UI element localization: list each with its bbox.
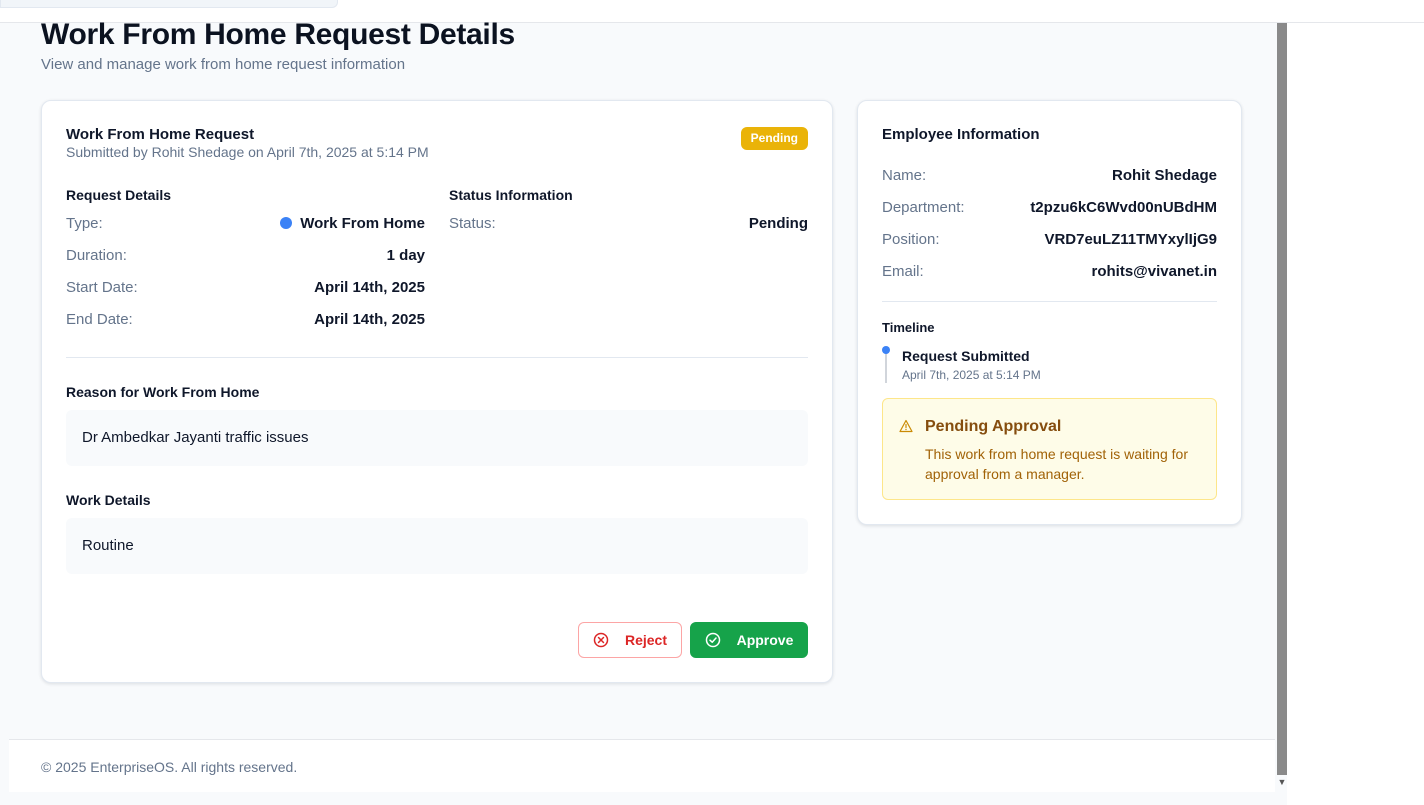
detail-row-type: Type: Work From Home bbox=[66, 215, 425, 237]
top-tab-strip bbox=[0, 0, 338, 8]
detail-label: End Date: bbox=[66, 311, 133, 328]
employee-row-position: Position: VRD7euLZ11TMYxylIjG9 bbox=[882, 231, 1217, 253]
status-row: Status: Pending bbox=[449, 215, 808, 237]
footer-copyright: © 2025 EnterpriseOS. All rights reserved… bbox=[41, 759, 298, 775]
request-card: Work From Home Request Submitted by Rohi… bbox=[41, 100, 833, 683]
check-circle-icon bbox=[705, 632, 720, 648]
detail-value: April 14th, 2025 bbox=[314, 279, 425, 296]
timeline-event: Request Submitted bbox=[902, 348, 1030, 364]
right-gutter bbox=[1287, 23, 1424, 805]
reject-label: Reject bbox=[624, 632, 668, 648]
field-label: Department: bbox=[882, 199, 965, 216]
timeline-heading: Timeline bbox=[882, 320, 935, 335]
request-submitted-info: Submitted by Rohit Shedage on April 7th,… bbox=[66, 144, 429, 160]
employee-info-title: Employee Information bbox=[882, 126, 1040, 143]
type-dot-icon bbox=[280, 217, 293, 229]
field-value: t2pzu6kC6Wvd00nUBdHM bbox=[1030, 199, 1217, 216]
status-badge: Pending bbox=[740, 127, 808, 150]
detail-label: Duration: bbox=[66, 247, 127, 264]
page-title: Work From Home Request Details bbox=[41, 18, 515, 51]
employee-row-name: Name: Rohit Shedage bbox=[882, 167, 1217, 189]
vertical-scrollbar[interactable] bbox=[1277, 23, 1287, 775]
employee-card: Employee Information Name: Rohit Shedage… bbox=[857, 100, 1242, 525]
pending-approval-alert: Pending Approval This work from home req… bbox=[882, 398, 1217, 500]
work-details-heading: Work Details bbox=[66, 492, 151, 508]
employee-row-email: Email: rohits@vivanet.in bbox=[882, 263, 1217, 285]
request-details-heading: Request Details bbox=[66, 187, 172, 203]
page-subtitle: View and manage work from home request i… bbox=[41, 56, 406, 73]
scroll-down-arrow-icon[interactable]: ▼ bbox=[1276, 776, 1288, 788]
detail-label: Start Date: bbox=[66, 279, 138, 296]
reason-heading: Reason for Work From Home bbox=[66, 384, 260, 400]
field-value: Rohit Shedage bbox=[1111, 167, 1217, 184]
employee-divider bbox=[882, 301, 1217, 302]
timeline-time: April 7th, 2025 at 5:14 PM bbox=[902, 368, 1041, 382]
detail-value: 1 day bbox=[386, 247, 425, 264]
status-value: Pending bbox=[748, 215, 808, 232]
approve-button[interactable]: Approve bbox=[690, 622, 808, 658]
work-details-text: Routine bbox=[66, 518, 808, 574]
detail-row-duration: Duration: 1 day bbox=[66, 247, 425, 269]
field-value: VRD7euLZ11TMYxylIjG9 bbox=[1044, 231, 1217, 248]
reject-button[interactable]: Reject bbox=[578, 622, 682, 658]
page-footer: © 2025 EnterpriseOS. All rights reserved… bbox=[9, 739, 1275, 792]
field-value: rohits@vivanet.in bbox=[1091, 263, 1218, 280]
warning-icon bbox=[899, 419, 913, 433]
status-label: Status: bbox=[449, 215, 496, 232]
timeline-line bbox=[885, 349, 887, 383]
detail-value: April 14th, 2025 bbox=[314, 311, 425, 328]
detail-row-end-date: End Date: April 14th, 2025 bbox=[66, 311, 425, 333]
approve-label: Approve bbox=[736, 632, 794, 648]
field-label: Position: bbox=[882, 231, 940, 248]
detail-row-start-date: Start Date: April 14th, 2025 bbox=[66, 279, 425, 301]
status-information-heading: Status Information bbox=[449, 187, 573, 203]
alert-title: Pending Approval bbox=[925, 418, 1062, 435]
reason-text: Dr Ambedkar Jayanti traffic issues bbox=[66, 410, 808, 466]
field-label: Name: bbox=[882, 167, 927, 184]
timeline-dot bbox=[882, 346, 890, 354]
detail-label: Type: bbox=[66, 215, 103, 232]
request-title: Work From Home Request bbox=[66, 126, 255, 143]
detail-value: Work From Home bbox=[280, 215, 425, 232]
employee-row-department: Department: t2pzu6kC6Wvd00nUBdHM bbox=[882, 199, 1217, 221]
x-circle-icon bbox=[593, 632, 609, 648]
alert-text: This work from home request is waiting f… bbox=[925, 446, 1188, 482]
section-divider bbox=[66, 357, 808, 358]
field-label: Email: bbox=[882, 263, 924, 280]
type-value: Work From Home bbox=[300, 215, 425, 232]
